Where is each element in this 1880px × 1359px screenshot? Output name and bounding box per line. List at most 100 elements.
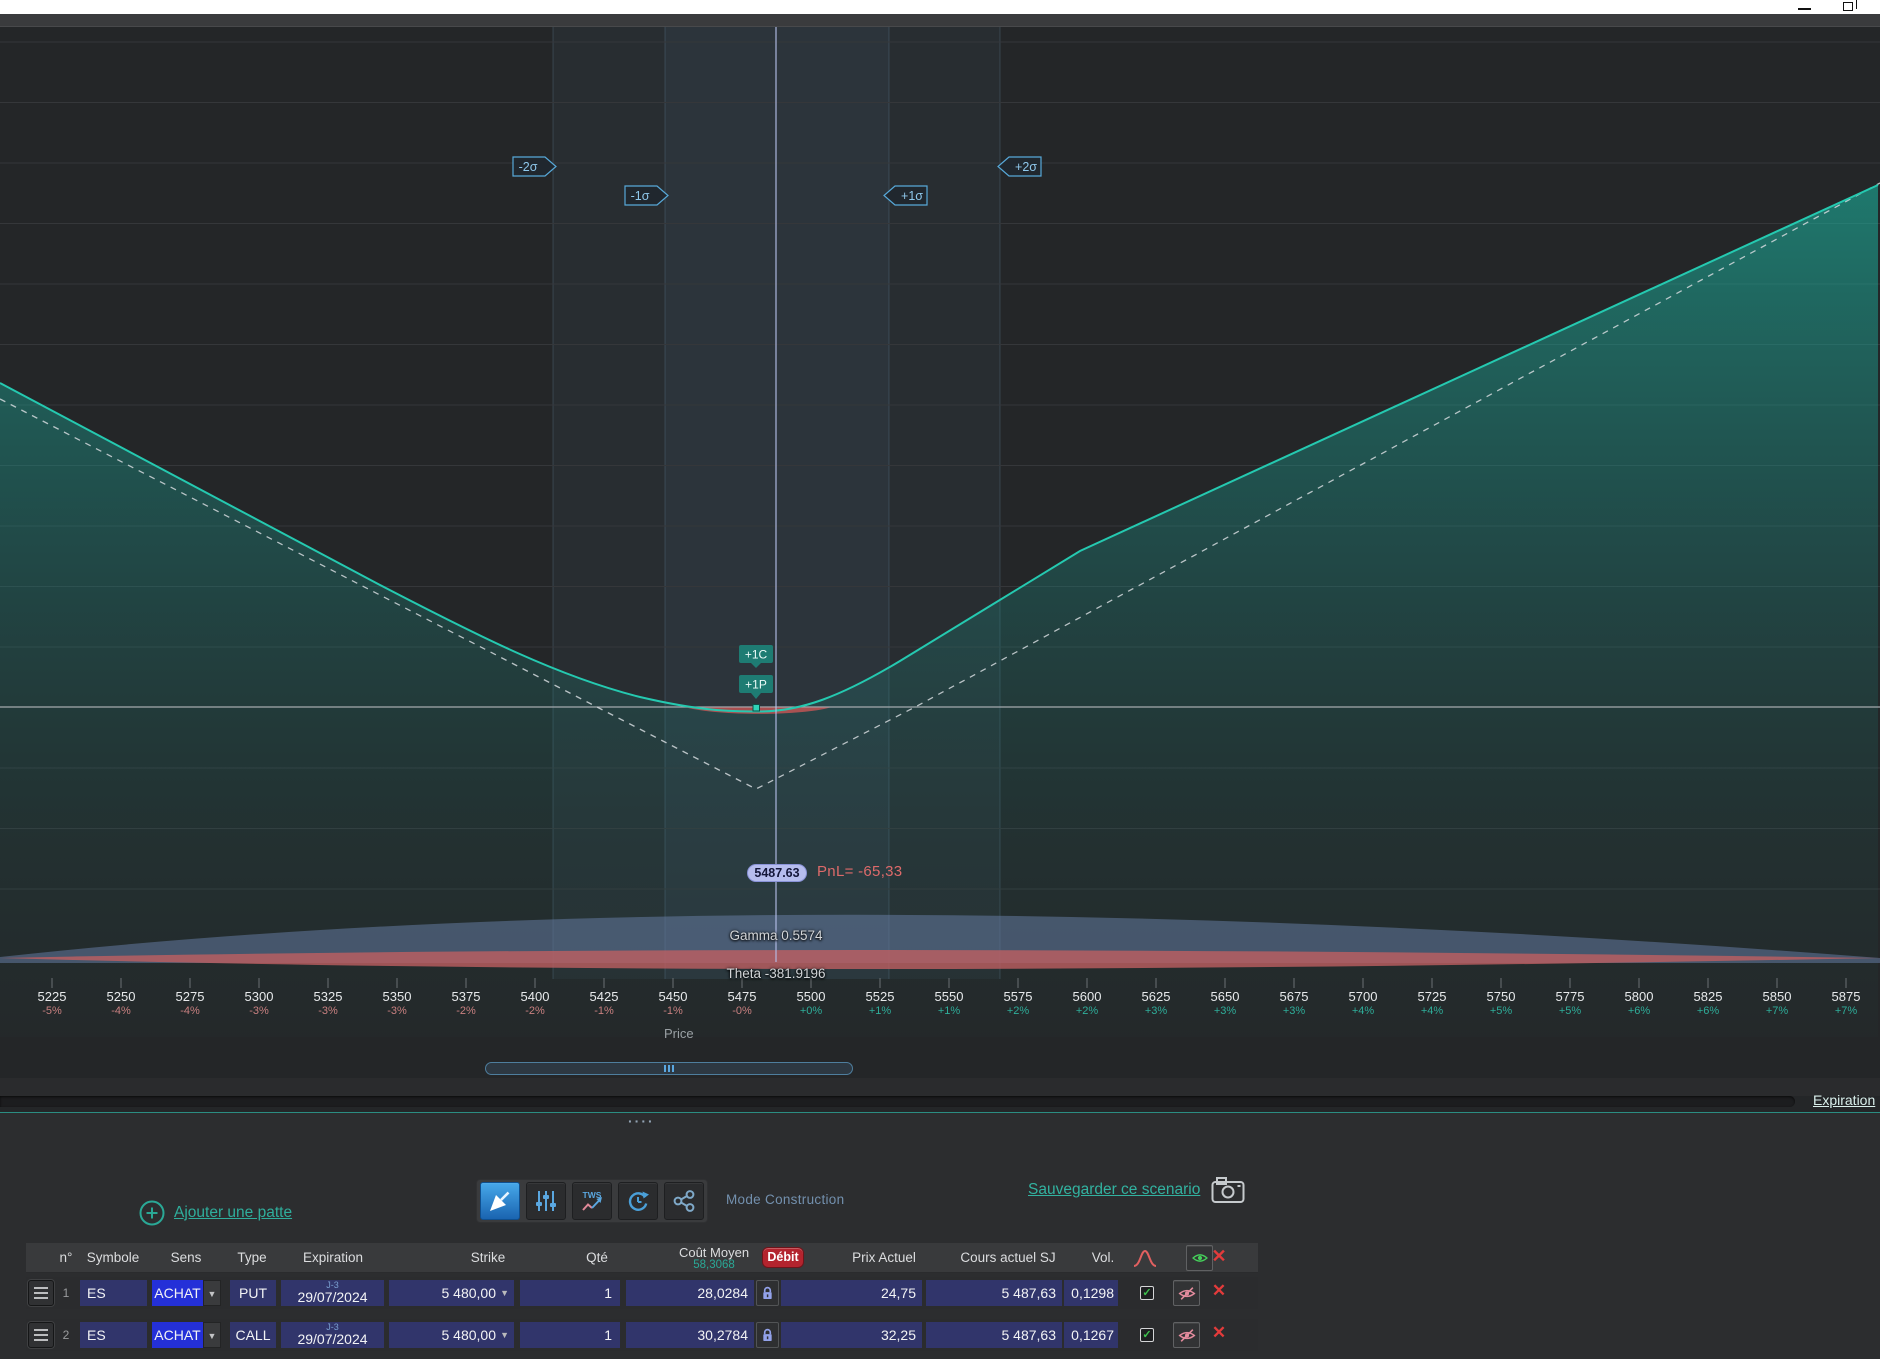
axis-pct-label: +1% — [868, 1005, 892, 1017]
history-clock-icon — [628, 1191, 649, 1211]
share-button[interactable] — [664, 1182, 704, 1220]
expiration-field[interactable]: J-3 29/07/2024 — [281, 1322, 384, 1348]
chart-tool-group: TWS — [476, 1179, 708, 1223]
eye-slash-icon — [1178, 1328, 1195, 1342]
svg-text:+2σ: +2σ — [1015, 160, 1037, 174]
chart-scrollbar-thumb[interactable] — [485, 1062, 853, 1075]
axis-price-label: 5700 — [1348, 989, 1378, 1004]
axis-price-label: 5350 — [382, 989, 412, 1004]
pnl-readout: PnL= -65,33 — [817, 863, 903, 880]
strike-marker-dot[interactable] — [752, 704, 760, 712]
axis-price-label: 5575 — [1003, 989, 1033, 1004]
header-expiration: Expiration — [302, 1250, 364, 1265]
header-strike: Strike — [470, 1250, 506, 1265]
row-number: 1 — [62, 1286, 70, 1300]
cout-moyen-field[interactable]: 30,2784 — [626, 1322, 754, 1348]
row-menu-button[interactable] — [28, 1280, 54, 1306]
legs-table: n° Symbole Sens Type Expiration Strike Q… — [26, 1243, 1258, 1353]
strike-field[interactable]: 5 480,00 ▼ — [389, 1322, 514, 1348]
show-all-legs-button[interactable] — [1186, 1245, 1213, 1271]
vol-field[interactable]: 0,1298 — [1064, 1280, 1118, 1306]
qte-field[interactable]: 1 — [520, 1280, 620, 1306]
axis-price-label: 5625 — [1141, 989, 1171, 1004]
hide-leg-button[interactable] — [1173, 1322, 1200, 1348]
debit-toggle-badge[interactable]: Débit — [762, 1247, 804, 1268]
type-field[interactable]: PUT — [230, 1280, 276, 1306]
lock-icon — [763, 1286, 772, 1300]
cours-sj-field[interactable]: 5 487,63 — [926, 1322, 1062, 1348]
sens-field[interactable]: ACHAT — [152, 1322, 203, 1348]
expiration-field[interactable]: J-3 29/07/2024 — [281, 1280, 384, 1306]
sliders-icon — [536, 1191, 556, 1211]
cours-sj-field[interactable]: 5 487,63 — [926, 1280, 1062, 1306]
prix-actuel-field[interactable]: 24,75 — [781, 1280, 922, 1306]
axis-pct-label: -4% — [111, 1005, 131, 1017]
hide-leg-button[interactable] — [1173, 1280, 1200, 1306]
distribution-curve-icon[interactable] — [1132, 1246, 1158, 1271]
eye-icon — [1191, 1254, 1208, 1262]
add-leg-link[interactable]: Ajouter une patte — [174, 1204, 292, 1222]
header-symbole: Symbole — [86, 1250, 140, 1265]
axis-price-label: 5450 — [658, 989, 688, 1004]
minimize-icon[interactable] — [1798, 8, 1811, 10]
axis-pct-label: +6% — [1696, 1005, 1720, 1017]
axis-price-label: 5400 — [520, 989, 550, 1004]
symbole-field[interactable]: ES — [80, 1322, 147, 1348]
save-scenario-link[interactable]: Sauvegarder ce scenario — [1028, 1181, 1200, 1199]
plus-circle-icon[interactable] — [138, 1199, 166, 1227]
leg-enabled-checkbox[interactable]: ✓ — [1140, 1286, 1154, 1300]
restore-icon[interactable] — [1843, 0, 1857, 11]
strike-dropdown-arrow[interactable]: ▼ — [500, 1280, 509, 1306]
delete-all-button[interactable]: ✕ — [1211, 1246, 1226, 1267]
axis-pct-label: +6% — [1627, 1005, 1651, 1017]
strike-dropdown-arrow[interactable]: ▼ — [500, 1322, 509, 1348]
sens-field[interactable]: ACHAT — [152, 1280, 203, 1306]
splitter-grip-dots[interactable]: ···· — [628, 1113, 655, 1129]
sliders-tool-button[interactable] — [526, 1182, 566, 1220]
strike-field[interactable]: 5 480,00 ▼ — [389, 1280, 514, 1306]
header-vol: Vol. — [1091, 1250, 1115, 1265]
price-axis-title: Price — [664, 1026, 694, 1041]
lock-button[interactable] — [756, 1322, 779, 1348]
cout-moyen-field[interactable]: 28,0284 — [626, 1280, 754, 1306]
axis-pct-label: -5% — [42, 1005, 62, 1017]
svg-text:+1σ: +1σ — [901, 189, 923, 203]
axis-pct-label: -3% — [387, 1005, 407, 1017]
tws-chart-button[interactable]: TWS — [572, 1182, 612, 1220]
payoff-chart[interactable]: -2σ -1σ +1σ +2σ +1C +1P — [0, 27, 1880, 1062]
symbole-field[interactable]: ES — [80, 1280, 147, 1306]
svg-text:+1P: +1P — [745, 678, 767, 692]
delete-leg-button[interactable]: ✕ — [1212, 1323, 1226, 1343]
axis-price-label: 5850 — [1762, 989, 1792, 1004]
leg-row: 2 ES ACHAT ▼ CALL J-3 29/07/2024 5 480,0… — [26, 1319, 1258, 1351]
camera-icon[interactable] — [1211, 1175, 1246, 1205]
axis-pct-label: +7% — [1834, 1005, 1858, 1017]
axis-pct-label: +5% — [1489, 1005, 1513, 1017]
row-menu-button[interactable] — [28, 1322, 54, 1348]
header-type: Type — [237, 1250, 267, 1265]
expiration-link[interactable]: Expiration — [1813, 1092, 1875, 1108]
splitter-groove[interactable] — [0, 1096, 1795, 1107]
prix-actuel-field[interactable]: 32,25 — [781, 1322, 922, 1348]
sens-dropdown-arrow[interactable]: ▼ — [203, 1280, 221, 1306]
axis-price-label: 5325 — [313, 989, 343, 1004]
delete-leg-button[interactable]: ✕ — [1212, 1281, 1226, 1301]
axis-price-label: 5425 — [589, 989, 619, 1004]
axis-pct-label: +3% — [1282, 1005, 1306, 1017]
axis-price-label: 5675 — [1279, 989, 1309, 1004]
leg-enabled-checkbox[interactable]: ✓ — [1140, 1328, 1154, 1342]
vol-field[interactable]: 0,1267 — [1064, 1322, 1118, 1348]
header-cours-sj: Cours actuel SJ — [960, 1250, 1056, 1265]
lock-button[interactable] — [756, 1280, 779, 1306]
sens-dropdown-arrow[interactable]: ▼ — [203, 1322, 221, 1348]
type-field[interactable]: CALL — [230, 1322, 276, 1348]
axis-price-label: 5600 — [1072, 989, 1102, 1004]
qte-field[interactable]: 1 — [520, 1322, 620, 1348]
construction-tool-button[interactable] — [480, 1182, 520, 1220]
row-number: 2 — [62, 1328, 70, 1342]
theta-readout: Theta -381.9196 — [726, 966, 826, 981]
share-nodes-icon — [673, 1190, 695, 1212]
history-button[interactable] — [618, 1182, 658, 1220]
axis-pct-label: -2% — [525, 1005, 545, 1017]
app-window: -2σ -1σ +1σ +2σ +1C +1P 5487.63 PnL= -65… — [0, 0, 1880, 1359]
